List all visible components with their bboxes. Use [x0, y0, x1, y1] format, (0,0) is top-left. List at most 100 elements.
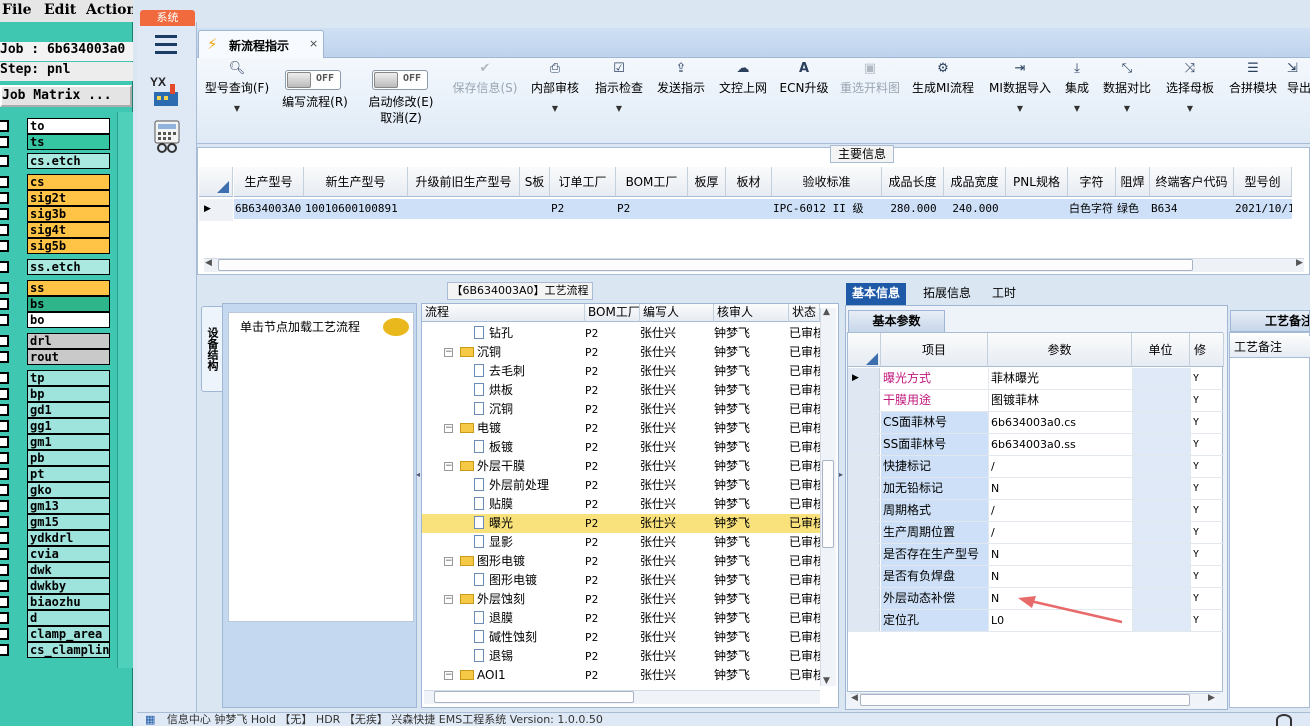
job-matrix-button[interactable]: Job Matrix ... — [0, 85, 132, 107]
splitter-handle-icon[interactable]: ▸ — [839, 470, 843, 479]
col-modify[interactable]: 修 — [1190, 333, 1224, 367]
process-row[interactable]: 贴膜 P2 张仕兴 钟梦飞 已审核 — [422, 495, 820, 514]
param-value[interactable]: / — [988, 456, 1132, 477]
row-selector[interactable] — [848, 544, 880, 565]
main-cell[interactable]: 240.000 — [944, 199, 1006, 219]
layer-checkbox[interactable] — [0, 314, 9, 326]
layer-name[interactable]: to — [27, 118, 110, 134]
main-col-header[interactable]: 生产型号 — [234, 167, 304, 197]
main-cell[interactable]: 白色字符 — [1068, 199, 1116, 219]
param-unit[interactable] — [1132, 368, 1190, 389]
main-cell[interactable] — [726, 199, 772, 219]
tab-basic-info[interactable]: 基本信息 — [846, 283, 907, 305]
layer-row[interactable]: bp — [0, 386, 117, 402]
layer-checkbox[interactable] — [0, 612, 9, 624]
param-unit[interactable] — [1132, 500, 1190, 521]
main-col-header[interactable]: 订单工厂 — [550, 167, 616, 197]
layer-checkbox[interactable] — [0, 240, 9, 252]
splitter-handle-icon[interactable]: ◂ — [416, 470, 420, 479]
collapse-icon[interactable]: − — [444, 595, 453, 604]
param-row[interactable]: SS面菲林号 6b634003a0.ss Y — [848, 434, 1224, 456]
process-col-header[interactable]: 流程 — [422, 304, 585, 322]
row-selector[interactable] — [848, 610, 880, 631]
layer-checkbox[interactable] — [0, 580, 9, 592]
process-row[interactable]: 图形电镀 − P2 张仕兴 钟梦飞 已审核 — [422, 552, 820, 571]
scroll-right-icon[interactable]: ▶ — [1208, 693, 1215, 703]
process-row[interactable]: 曝光 P2 张仕兴 钟梦飞 已审核 — [422, 514, 820, 533]
process-tree-vscroll-thumb[interactable] — [822, 460, 834, 548]
main-col-header[interactable]: 成品宽度 — [944, 167, 1006, 197]
layer-row[interactable]: drl — [0, 333, 117, 349]
layer-row[interactable]: gko — [0, 482, 117, 498]
layer-row[interactable]: ss.etch — [0, 259, 117, 275]
layer-row[interactable]: sig2t — [0, 190, 117, 206]
layer-checkbox[interactable] — [0, 516, 9, 528]
main-cell[interactable]: IPC-6012 II 级 — [772, 199, 882, 219]
layer-row[interactable]: rout — [0, 349, 117, 365]
process-row[interactable]: 钻孔 P2 张仕兴 钟梦飞 已审核 — [422, 324, 820, 343]
process-col-header[interactable]: 状态 — [789, 304, 820, 322]
layer-checkbox[interactable] — [0, 468, 9, 480]
layer-row[interactable]: bs — [0, 296, 117, 312]
chevron-down-icon[interactable]: ▼ — [201, 104, 273, 113]
layer-checkbox[interactable] — [0, 155, 9, 167]
layer-row[interactable]: sig3b — [0, 206, 117, 222]
layer-row[interactable]: dwk — [0, 562, 117, 578]
collapse-icon[interactable]: − — [444, 671, 453, 680]
layer-checkbox[interactable] — [0, 351, 9, 363]
process-row[interactable]: 图形电镀 P2 张仕兴 钟梦飞 已审核 — [422, 571, 820, 590]
process-row[interactable]: 外层干膜 − P2 张仕兴 钟梦飞 已审核 — [422, 457, 820, 476]
device-structure-tab[interactable]: 设备结构 — [201, 306, 223, 392]
layer-checkbox[interactable] — [0, 176, 9, 188]
main-col-header[interactable]: 板材 — [726, 167, 772, 197]
layer-row[interactable]: gm15 — [0, 514, 117, 530]
merge-module-button[interactable]: ☰ 合拼模块 — [1227, 58, 1279, 96]
process-row[interactable]: 退膜 P2 张仕兴 钟梦飞 已审核 — [422, 609, 820, 628]
layer-name[interactable]: bp — [27, 386, 110, 402]
main-cell[interactable]: 280.000 — [882, 199, 944, 219]
process-row[interactable]: 板镀 P2 张仕兴 钟梦飞 已审核 — [422, 438, 820, 457]
main-cell[interactable]: B634 — [1150, 199, 1234, 219]
layer-row[interactable]: ss — [0, 280, 117, 296]
main-cell[interactable]: 6B634003A0 — [234, 199, 304, 219]
layer-checkbox[interactable] — [0, 596, 9, 608]
main-cell[interactable] — [1006, 199, 1068, 219]
main-cell[interactable]: 绿色 — [1116, 199, 1150, 219]
layer-checkbox[interactable] — [0, 500, 9, 512]
layer-name[interactable]: bs — [27, 296, 110, 312]
layer-name[interactable]: cvia — [27, 546, 110, 562]
main-col-header[interactable]: PNL规格 — [1006, 167, 1068, 197]
main-cell[interactable]: 10010600100891 — [304, 199, 408, 219]
chevron-down-icon[interactable]: ▼ — [529, 104, 581, 113]
param-value[interactable]: N — [988, 566, 1132, 587]
layer-checkbox[interactable] — [0, 335, 9, 347]
tab-extended-info[interactable]: 拓展信息 — [917, 283, 977, 305]
layer-name[interactable]: ydkdrl — [27, 530, 110, 546]
main-cell[interactable]: P2 — [550, 199, 616, 219]
yx-factory-icon[interactable]: YX — [150, 74, 182, 108]
close-icon[interactable]: × — [309, 37, 318, 50]
layer-name[interactable]: clamp_area — [27, 626, 110, 642]
param-unit[interactable] — [1132, 412, 1190, 433]
param-modify[interactable]: Y — [1190, 610, 1224, 631]
layer-checkbox[interactable] — [0, 532, 9, 544]
process-row[interactable]: 电镀 − P2 张仕兴 钟梦飞 已审核 — [422, 419, 820, 438]
main-col-header[interactable]: BOM工厂 — [616, 167, 688, 197]
layer-name[interactable]: biaozhu — [27, 594, 110, 610]
param-modify[interactable]: Y — [1190, 544, 1224, 565]
layer-row[interactable]: clamp_area — [0, 626, 117, 642]
param-row[interactable]: 快捷标记 / Y — [848, 456, 1224, 478]
scroll-down-icon[interactable]: ▼ — [823, 676, 830, 686]
tab-new-process[interactable]: ⚡ 新流程指示 × — [198, 30, 324, 58]
process-col-header[interactable]: 编写人 — [640, 304, 714, 322]
layer-row[interactable]: dwkby — [0, 578, 117, 594]
params-hscroll-thumb[interactable] — [860, 694, 1190, 706]
param-row[interactable]: ▶ 曝光方式 菲林曝光 Y — [848, 368, 1224, 390]
param-row[interactable]: 生产周期位置 / Y — [848, 522, 1224, 544]
layer-name[interactable]: cs.etch — [27, 153, 110, 169]
layer-checkbox[interactable] — [0, 548, 9, 560]
layer-row[interactable]: d — [0, 610, 117, 626]
save-button[interactable]: ✔ 保存信息(S) — [448, 58, 522, 96]
layer-row[interactable]: gm13 — [0, 498, 117, 514]
row-selector[interactable]: ▶ — [848, 368, 880, 389]
